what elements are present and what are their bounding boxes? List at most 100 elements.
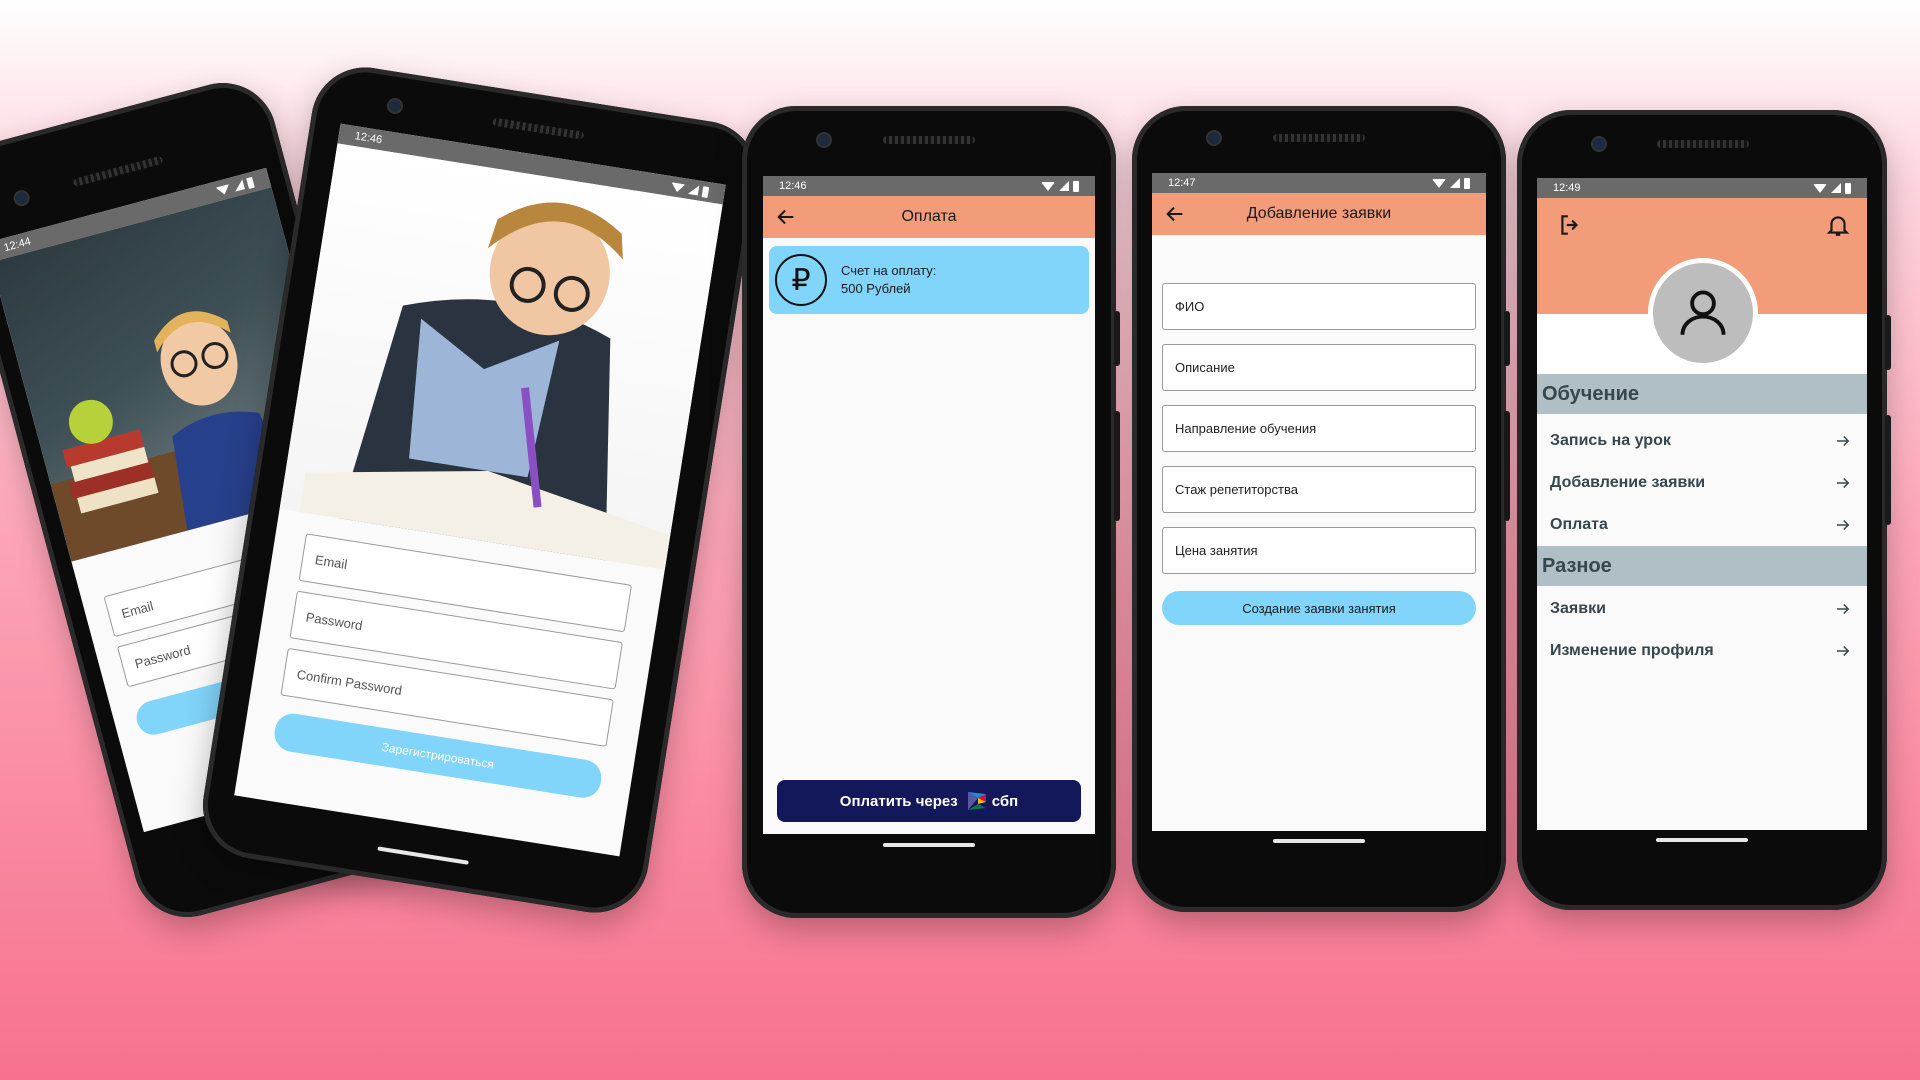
front-camera: [1593, 138, 1605, 150]
learning-items: Запись на урок Добавление заявки Оплата: [1537, 414, 1867, 546]
payment-screen: 12:46 Оплата ₽ Счет на оплату: 500 Рубле…: [763, 176, 1095, 834]
menu-item-label: Добавление заявки: [1550, 474, 1706, 491]
pay-sbp-button[interactable]: Оплатить через сбп: [777, 780, 1081, 822]
front-camera: [14, 190, 29, 206]
email-placeholder: Email: [313, 551, 349, 572]
avatar[interactable]: [1648, 258, 1758, 368]
sbp-label: сбп: [991, 792, 1019, 810]
app-bar: Оплата: [763, 196, 1095, 238]
section-learning-title: Обучение: [1542, 382, 1640, 405]
invoice-label: Счет на оплату:: [841, 263, 937, 278]
price-placeholder: Цена занятия: [1175, 543, 1258, 558]
invoice-amount: 500 Рублей: [841, 281, 911, 296]
speaker-grille: [883, 136, 975, 144]
status-icons: [1813, 182, 1851, 194]
hero-photo-illustration: [299, 202, 671, 570]
password-placeholder: Password: [304, 608, 364, 633]
password-placeholder: Password: [133, 641, 193, 671]
speaker-grille: [72, 155, 164, 188]
home-indicator: [377, 846, 469, 865]
request-form: ФИО Описание Направление обучения Стаж р…: [1152, 235, 1486, 625]
description-field[interactable]: Описание: [1162, 344, 1476, 391]
add-request-screen: 12:47 Добавление заявки ФИО Описание Нап…: [1152, 173, 1486, 831]
misc-items: Заявки Изменение профиля: [1537, 586, 1867, 672]
email-placeholder: Email: [119, 597, 155, 621]
volume-button: [1885, 415, 1891, 525]
arrow-right-icon: [1837, 477, 1850, 489]
pay-button-label: Оплатить через: [839, 792, 958, 810]
status-bar: 12:47: [1152, 173, 1486, 193]
section-learning: Обучение: [1537, 374, 1867, 414]
profile-screen: 12:49 Обучение Запись на урок Добавление…: [1537, 178, 1867, 830]
phone-profile: 12:49 Обучение Запись на урок Добавление…: [1517, 110, 1891, 910]
fio-field[interactable]: ФИО: [1162, 283, 1476, 330]
status-time: 12:46: [353, 130, 383, 147]
front-camera: [388, 99, 402, 113]
home-indicator: [883, 843, 975, 847]
front-camera: [818, 134, 830, 146]
menu-item-lesson-booking[interactable]: Запись на урок: [1537, 420, 1867, 462]
user-icon: [1680, 290, 1726, 335]
confirm-password-placeholder: Confirm Password: [295, 666, 404, 698]
app-bar: Добавление заявки: [1152, 193, 1486, 235]
home-indicator: [1273, 839, 1365, 843]
page-title: Оплата: [901, 208, 957, 225]
status-icons: [1041, 180, 1079, 192]
arrow-right-icon: [1837, 603, 1850, 615]
status-time: 12:46: [779, 180, 807, 192]
speaker-grille: [1657, 140, 1749, 148]
section-misc-title: Разное: [1542, 554, 1612, 577]
menu-item-label: Запись на урок: [1550, 432, 1671, 449]
home-indicator: [1656, 838, 1748, 842]
price-field[interactable]: Цена занятия: [1162, 527, 1476, 574]
bell-icon[interactable]: [1825, 212, 1851, 238]
front-camera: [1208, 132, 1220, 144]
back-arrow-icon[interactable]: [775, 206, 797, 228]
description-placeholder: Описание: [1175, 360, 1235, 375]
invoice-card[interactable]: ₽ Счет на оплату: 500 Рублей: [769, 246, 1089, 314]
power-button: [1114, 311, 1120, 366]
page-title: Добавление заявки: [1246, 205, 1392, 222]
menu-item-add-request[interactable]: Добавление заявки: [1537, 462, 1867, 504]
status-time: 12:49: [1553, 182, 1581, 194]
register-screen: 12:46 Email Password Confirm Password За…: [234, 123, 726, 857]
sbp-logo-icon: [967, 792, 986, 810]
menu-item-requests[interactable]: Заявки: [1537, 588, 1867, 630]
back-arrow-icon[interactable]: [1164, 203, 1186, 225]
hero-photo: [279, 143, 723, 570]
create-request-button[interactable]: Создание заявки занятия: [1162, 591, 1476, 625]
arrow-right-icon: [1837, 519, 1850, 531]
menu-item-label: Оплата: [1550, 516, 1608, 533]
direction-field[interactable]: Направление обучения: [1162, 405, 1476, 452]
logout-icon[interactable]: [1557, 212, 1583, 238]
invoice-text: Счет на оплату: 500 Рублей: [841, 262, 936, 298]
menu-item-label: Изменение профиля: [1550, 642, 1714, 659]
status-time: 12:47: [1168, 177, 1196, 189]
arrow-right-icon: [1837, 645, 1850, 657]
ruble-icon: ₽: [775, 254, 827, 306]
power-button: [1885, 315, 1891, 370]
status-bar: 12:49: [1537, 178, 1867, 198]
volume-button: [1114, 411, 1120, 521]
status-bar: 12:46: [763, 176, 1095, 196]
fio-placeholder: ФИО: [1175, 299, 1205, 314]
volume-button: [1504, 411, 1510, 521]
speaker-grille: [1273, 134, 1365, 142]
create-request-label: Создание заявки занятия: [1242, 600, 1396, 616]
menu-item-edit-profile[interactable]: Изменение профиля: [1537, 630, 1867, 672]
experience-field[interactable]: Стаж репетиторства: [1162, 466, 1476, 513]
direction-placeholder: Направление обучения: [1175, 421, 1317, 436]
menu-item-payment[interactable]: Оплата: [1537, 504, 1867, 546]
status-icons: [1432, 177, 1470, 189]
speaker-grille: [492, 117, 585, 140]
menu-item-label: Заявки: [1550, 600, 1606, 617]
phone-add-request: 12:47 Добавление заявки ФИО Описание Нап…: [1132, 106, 1510, 912]
phone-payment: 12:46 Оплата ₽ Счет на оплату: 500 Рубле…: [742, 106, 1120, 918]
ruble-symbol: ₽: [791, 263, 811, 297]
power-button: [1504, 311, 1510, 366]
status-icons: [670, 181, 710, 198]
register-button-label: Зарегистрироваться: [380, 739, 496, 772]
experience-placeholder: Стаж репетиторства: [1175, 482, 1298, 497]
section-misc: Разное: [1537, 546, 1867, 586]
arrow-right-icon: [1837, 435, 1850, 447]
